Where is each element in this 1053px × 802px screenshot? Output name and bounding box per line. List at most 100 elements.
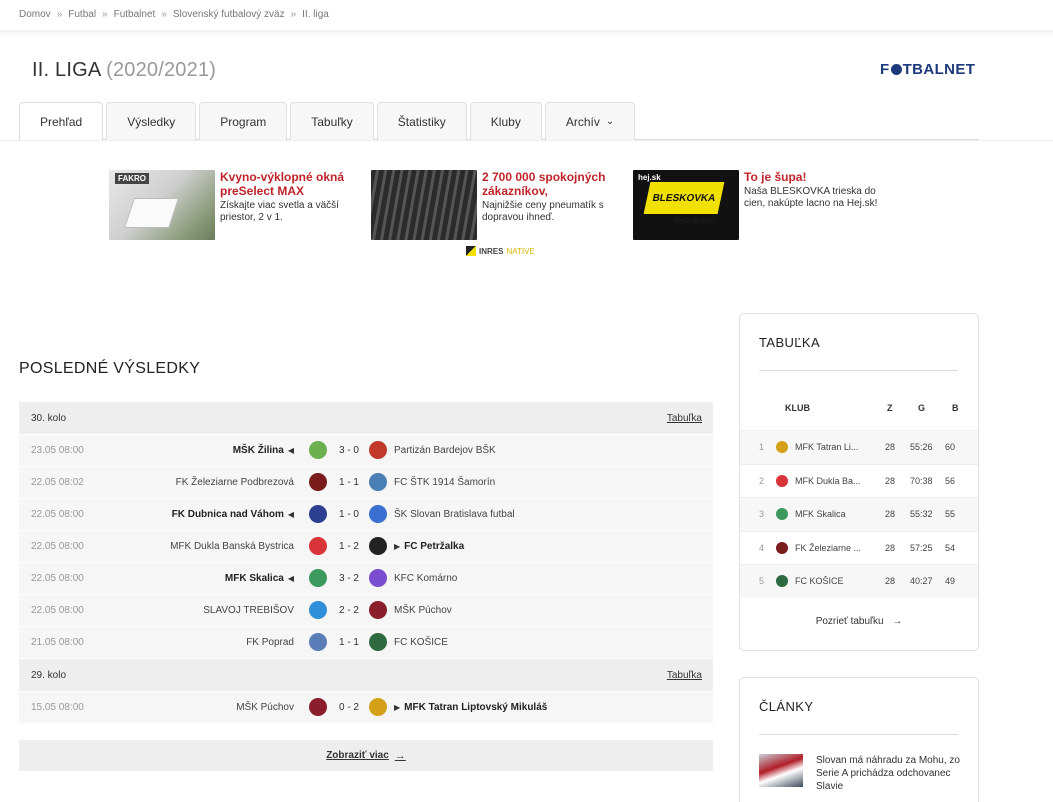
away-team-name[interactable]: FC ŠTK 1914 Šamorín — [394, 477, 495, 488]
standings-club[interactable]: MFK Skalica — [795, 509, 869, 519]
breadcrumb-futbalnet[interactable]: Futbalnet — [114, 9, 156, 20]
tab-prehlad[interactable]: Prehľad — [19, 102, 104, 141]
match-score[interactable]: 1 - 2 — [337, 541, 361, 552]
article-title[interactable]: Slovan má náhradu za Mohu, zo Serie A pr… — [816, 754, 966, 793]
away-team-crest-icon — [369, 473, 387, 491]
home-team[interactable]: SLAVOJ TREBIŠOV — [203, 605, 294, 616]
ad-hejsk[interactable]: hej.sk BLESKOVKA Tresk do cien To je šup… — [633, 170, 894, 240]
home-team[interactable]: MŠK Žilina ◀ — [233, 445, 294, 456]
away-team[interactable]: KFC Komárno — [394, 573, 457, 584]
home-team-name[interactable]: MŠK Žilina — [233, 445, 284, 456]
match-score[interactable]: 3 - 0 — [337, 445, 361, 456]
match-score[interactable]: 0 - 2 — [337, 702, 361, 713]
match-score[interactable]: 1 - 0 — [337, 509, 361, 520]
standings-club[interactable]: MFK Dukla Ba... — [795, 476, 869, 486]
tab-statistiky[interactable]: Štatistiky — [376, 102, 467, 140]
standings-row[interactable]: 3 MFK Skalica 28 55:32 55 — [740, 497, 978, 531]
tab-archiv[interactable]: Archív ⌄ — [544, 102, 636, 140]
home-team-crest-icon — [309, 601, 327, 619]
match-row[interactable]: 22.05 08:00 MFK Skalica ◀ 3 - 2 KFC Komárno — [19, 563, 713, 594]
ad-tires[interactable]: 2 700 000 spokojných zákazníkov, Najnižš… — [371, 170, 632, 240]
away-team-name[interactable]: ŠK Slovan Bratislava futbal — [394, 509, 515, 520]
tab-tabulky[interactable]: Tabuľky — [290, 102, 374, 140]
home-team-name[interactable]: FK Železiarne Podbrezová — [176, 477, 294, 488]
breadcrumb-futbal[interactable]: Futbal — [68, 9, 96, 20]
away-team-name[interactable]: KFC Komárno — [394, 573, 457, 584]
away-team[interactable]: FC KOŠICE — [394, 637, 448, 648]
home-team-name[interactable]: MFK Skalica — [225, 573, 284, 584]
tab-vysledky[interactable]: Výsledky — [106, 102, 197, 140]
standings-row[interactable]: 2 MFK Dukla Ba... 28 70:38 56 — [740, 463, 978, 498]
breadcrumb-home[interactable]: Domov — [19, 9, 51, 20]
home-team[interactable]: FK Železiarne Podbrezová — [176, 477, 294, 488]
home-team-name[interactable]: SLAVOJ TREBIŠOV — [203, 605, 294, 616]
home-team[interactable]: MFK Dukla Banská Bystrica — [170, 541, 294, 552]
away-team-name[interactable]: Partizán Bardejov BŠK — [394, 445, 496, 456]
match-row[interactable]: 22.05 08:00 FK Dubnica nad Váhom ◀ 1 - 0 ŠK … — [19, 499, 713, 530]
club-crest-icon — [776, 474, 788, 487]
home-team-name[interactable]: MFK Dukla Banská Bystrica — [170, 541, 294, 552]
ad-sponsor[interactable]: INRES NATIVE — [466, 246, 535, 256]
standings-row[interactable]: 5 FC KOŠICE 28 40:27 49 — [740, 564, 978, 598]
standings-points: 55 — [945, 509, 956, 520]
home-team-name[interactable]: FK Dubnica nad Váhom — [172, 509, 284, 520]
round-table-link[interactable]: Tabuľka — [667, 670, 702, 681]
article-thumbnail[interactable] — [759, 754, 803, 787]
home-team[interactable]: FK Poprad — [246, 637, 294, 648]
winner-arrow-icon: ▶ — [394, 703, 401, 712]
club-crest-icon — [776, 441, 788, 453]
standings-club[interactable]: FC KOŠICE — [795, 576, 869, 586]
match-row[interactable]: 22.05 08:02 FK Železiarne Podbrezová 1 - 1… — [19, 467, 713, 498]
away-team-name[interactable]: FC Petržalka — [404, 541, 464, 552]
home-team-name[interactable]: MŠK Púchov — [236, 702, 294, 713]
standings-goals: 70:38 — [910, 475, 933, 486]
round-table-link[interactable]: Tabuľka — [667, 413, 702, 424]
standings-row[interactable]: 1 MFK Tatran Li... 28 55:26 60 — [740, 430, 978, 464]
breadcrumb-separator: » — [290, 9, 297, 20]
match-score[interactable]: 1 - 1 — [337, 637, 361, 648]
ad-title[interactable]: 2 700 000 spokojných zákazníkov, — [482, 170, 632, 198]
home-team-name[interactable]: FK Poprad — [246, 637, 294, 648]
winner-arrow-icon: ◀ — [287, 510, 294, 519]
match-row[interactable]: 23.05 08:00 MŠK Žilina ◀ 3 - 0 Partizán Bard… — [19, 435, 713, 466]
away-team[interactable]: ŠK Slovan Bratislava futbal — [394, 509, 515, 520]
away-team[interactable]: FC ŠTK 1914 Šamorín — [394, 477, 495, 488]
away-team[interactable]: ▶ FC Petržalka — [394, 541, 464, 552]
ad-title[interactable]: To je šupa! — [744, 170, 894, 184]
full-table-link[interactable]: Pozrieť tabuľku → — [740, 616, 978, 627]
away-team-name[interactable]: MFK Tatran Liptovský Mikuláš — [404, 702, 547, 713]
ad-description: Najnižšie ceny pneumatík s dopravou ihne… — [482, 200, 604, 223]
home-team[interactable]: MŠK Púchov — [236, 702, 294, 713]
away-team[interactable]: ▶ MFK Tatran Liptovský Mikuláš — [394, 702, 547, 713]
inres-logo-icon — [466, 246, 476, 256]
tab-program[interactable]: Program — [199, 102, 288, 140]
home-team[interactable]: FK Dubnica nad Váhom ◀ — [172, 509, 294, 520]
club-crest-icon — [776, 575, 788, 587]
article-item[interactable]: Slovan má náhradu za Mohu, zo Serie A pr… — [759, 754, 966, 793]
standings-club[interactable]: MFK Tatran Li... — [795, 442, 869, 452]
ad-text: 2 700 000 spokojných zákazníkov, Najnižš… — [482, 170, 632, 240]
home-team[interactable]: MFK Skalica ◀ — [225, 573, 294, 584]
match-score[interactable]: 1 - 1 — [337, 477, 361, 488]
match-row[interactable]: 22.05 08:00 MFK Dukla Banská Bystrica 1 - … — [19, 531, 713, 562]
away-team-name[interactable]: FC KOŠICE — [394, 637, 448, 648]
away-team-name[interactable]: MŠK Púchov — [394, 605, 452, 616]
match-row[interactable]: 22.05 08:00 SLAVOJ TREBIŠOV 2 - 2 MŠK Púcho… — [19, 595, 713, 626]
away-team-crest-icon — [369, 537, 387, 555]
breadcrumb-szf[interactable]: Slovenský futbalový zväz — [173, 9, 285, 20]
away-team[interactable]: Partizán Bardejov BŠK — [394, 445, 496, 456]
match-row[interactable]: 15.05 08:00 MŠK Púchov 0 - 2 ▶ MFK Tatran Li… — [19, 692, 713, 723]
standings-club[interactable]: FK Železiarne ... — [795, 543, 869, 553]
standings-row[interactable]: 4 FK Železiarne ... 28 57:25 54 — [740, 530, 978, 565]
away-team[interactable]: MŠK Púchov — [394, 605, 452, 616]
futbalnet-logo[interactable]: F TBALNET — [880, 61, 975, 78]
match-score[interactable]: 3 - 2 — [337, 573, 361, 584]
match-row[interactable]: 21.05 08:00 FK Poprad 1 - 1 FC KOŠICE — [19, 627, 713, 658]
match-score[interactable]: 2 - 2 — [337, 605, 361, 616]
tab-kluby[interactable]: Kluby — [469, 102, 542, 140]
ad-title[interactable]: Kvyno-výklopné okná preSelect MAX — [220, 170, 370, 198]
ad-fakro[interactable]: FAKRO Kvyno-výklopné okná preSelect MAX … — [109, 170, 370, 240]
standings-goals: 55:26 — [910, 442, 933, 453]
ad-text: Kvyno-výklopné okná preSelect MAX Získaj… — [220, 170, 370, 240]
show-more-button[interactable]: Zobraziť viac → — [19, 740, 713, 771]
